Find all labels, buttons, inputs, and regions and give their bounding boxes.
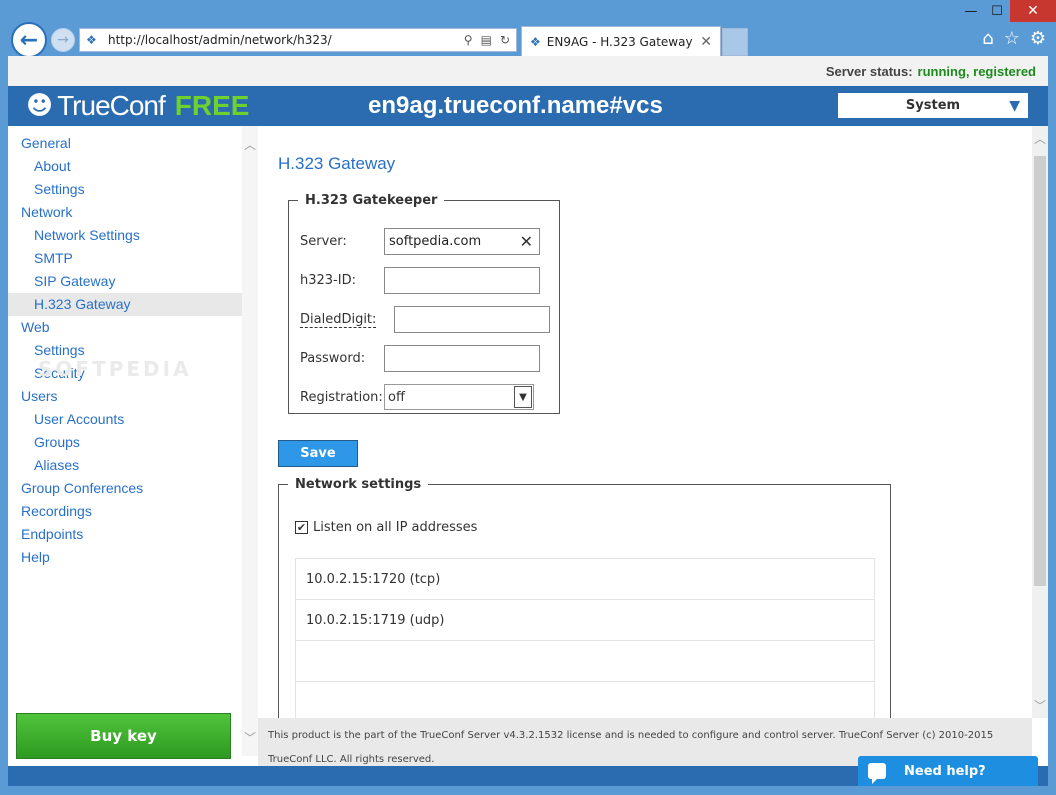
dialed-digit-label[interactable]: DialedDigit: (300, 312, 377, 328)
compat-view-icon[interactable]: ▤ (481, 33, 492, 47)
sidebar-nav: General About Settings Network Network Setti… (8, 126, 242, 569)
trueconf-logo[interactable]: ☻ TrueConf FREE (26, 90, 249, 122)
buy-key-button[interactable]: Buy key (16, 713, 231, 759)
settings-gear-icon[interactable]: ⚙ (1030, 28, 1046, 49)
sidebar-item-network[interactable]: Network (8, 201, 242, 224)
favorites-star-icon[interactable]: ☆ (1004, 28, 1020, 49)
tab-close-icon[interactable]: ✕ (700, 34, 712, 50)
sidebar-item-smtp[interactable]: SMTP (8, 247, 242, 270)
browser-tab[interactable]: ❖ EN9AG - H.323 Gateway ✕ (521, 26, 721, 56)
network-settings-legend: Network settings (295, 477, 422, 492)
content-scrollbar[interactable]: ︿ ﹀ (1032, 126, 1048, 718)
registration-select[interactable]: off ▼ (384, 384, 534, 410)
search-icon[interactable]: ⚲ (464, 33, 473, 47)
maximize-button[interactable]: ☐ (984, 0, 1010, 22)
server-label: Server: (300, 234, 347, 249)
password-label: Password: (300, 351, 366, 366)
listen-all-ip-label: Listen on all IP addresses (313, 520, 478, 535)
sidebar-item-sip-gateway[interactable]: SIP Gateway (8, 270, 242, 293)
sidebar-item-network-settings[interactable]: Network Settings (8, 224, 242, 247)
back-button[interactable]: ← (11, 22, 47, 58)
list-item[interactable]: 10.0.2.15:1719 (udp) (296, 600, 874, 641)
arrow-left-icon: ← (19, 27, 39, 53)
chevron-down-icon[interactable]: ▼ (514, 386, 532, 408)
server-name-title: en9ag.trueconf.name#vcs (368, 92, 663, 119)
web-page: Server status: running, registered ☻ Tru… (8, 56, 1048, 786)
page-header: ☻ TrueConf FREE en9ag.trueconf.name#vcs … (8, 86, 1048, 126)
main-content: H.323 Gateway H.323 Gatekeeper Server: s… (258, 126, 1032, 718)
sidebar-item-about[interactable]: About (8, 155, 242, 178)
close-window-button[interactable]: ✕ (1010, 0, 1056, 22)
site-favicon-icon: ❖ (86, 33, 97, 47)
browser-chrome: ← → ❖ http://localhost/admin/network/h32… (0, 0, 1056, 58)
address-bar[interactable]: ❖ http://localhost/admin/network/h323/ ⚲… (79, 28, 517, 52)
sidebar-item-user-accounts[interactable]: User Accounts (8, 408, 242, 431)
sidebar-item-group-conferences[interactable]: Group Conferences (8, 477, 242, 500)
refresh-icon[interactable]: ↻ (500, 33, 510, 47)
server-status-bar: Server status: running, registered (8, 56, 1048, 86)
clear-icon[interactable]: ✕ (520, 232, 533, 251)
sidebar-item-web[interactable]: Web (8, 316, 242, 339)
sidebar-item-recordings[interactable]: Recordings (8, 500, 242, 523)
sidebar-item-general[interactable]: General (8, 132, 242, 155)
list-item[interactable]: 10.0.2.15:1720 (tcp) (296, 559, 874, 600)
checkmark-icon: ✔ (296, 521, 307, 534)
h323-id-label: h323-ID: (300, 273, 356, 288)
home-icon[interactable]: ⌂ (982, 28, 993, 49)
list-item[interactable] (296, 641, 874, 682)
softpedia-watermark: SOFTPEDIA (38, 357, 192, 381)
chevron-down-icon[interactable]: ﹀ (242, 729, 258, 746)
listen-all-ip-checkbox[interactable]: ✔ (295, 521, 308, 534)
gatekeeper-legend: H.323 Gatekeeper (305, 193, 438, 208)
sidebar-item-aliases[interactable]: Aliases (8, 454, 242, 477)
address-url[interactable]: http://localhost/admin/network/h323/ (108, 33, 464, 47)
gatekeeper-fieldset: H.323 Gatekeeper Server: softpedia.com ✕… (288, 193, 560, 414)
password-input[interactable] (384, 345, 540, 372)
page-title: H.323 Gateway (278, 154, 396, 173)
people-logo-icon: ☻ (26, 91, 54, 121)
registration-label: Registration: (300, 389, 383, 405)
server-status-value: running, registered (917, 63, 1036, 79)
dialed-digit-input[interactable] (394, 306, 551, 333)
sidebar-item-endpoints[interactable]: Endpoints (8, 523, 242, 546)
sidebar: General About Settings Network Network Setti… (8, 126, 242, 776)
listen-all-ip-option[interactable]: ✔ Listen on all IP addresses (295, 520, 477, 535)
save-button[interactable]: Save (278, 440, 358, 467)
window-controls: — ☐ ✕ (958, 0, 1056, 24)
forward-button[interactable]: → (51, 28, 75, 52)
sidebar-item-help[interactable]: Help (8, 546, 242, 569)
server-status-label: Server status: (825, 63, 913, 79)
need-help-button[interactable]: Need help? (858, 756, 1038, 786)
triangle-down-icon: ▼ (1009, 97, 1020, 114)
minimize-button[interactable]: — (958, 0, 984, 22)
sidebar-item-settings[interactable]: Settings (8, 178, 242, 201)
sidebar-item-groups[interactable]: Groups (8, 431, 242, 454)
tab-favicon-icon: ❖ (530, 34, 541, 49)
ip-address-list: 10.0.2.15:1720 (tcp) 10.0.2.15:1719 (udp… (295, 558, 875, 718)
h323-id-input[interactable] (384, 267, 540, 294)
system-dropdown[interactable]: System ▼ (838, 93, 1028, 118)
arrow-right-icon: → (57, 32, 69, 48)
sidebar-item-users[interactable]: Users (8, 385, 242, 408)
server-input[interactable]: softpedia.com ✕ (384, 228, 540, 255)
chat-bubble-icon (868, 763, 886, 784)
tab-title: EN9AG - H.323 Gateway (546, 34, 693, 49)
new-tab-button[interactable] (722, 28, 748, 56)
scrollbar-thumb[interactable] (1034, 156, 1046, 586)
chevron-up-icon[interactable]: ︿ (242, 136, 258, 153)
sidebar-scrollbar[interactable]: ︿ ﹀ (242, 126, 258, 756)
chevron-down-icon[interactable]: ﹀ (1032, 697, 1048, 714)
chevron-up-icon[interactable]: ︿ (1032, 130, 1048, 147)
list-item[interactable] (296, 682, 874, 718)
network-settings-fieldset: Network settings ✔ Listen on all IP addr… (278, 477, 891, 718)
sidebar-item-h-323-gateway[interactable]: H.323 Gateway (8, 293, 242, 316)
